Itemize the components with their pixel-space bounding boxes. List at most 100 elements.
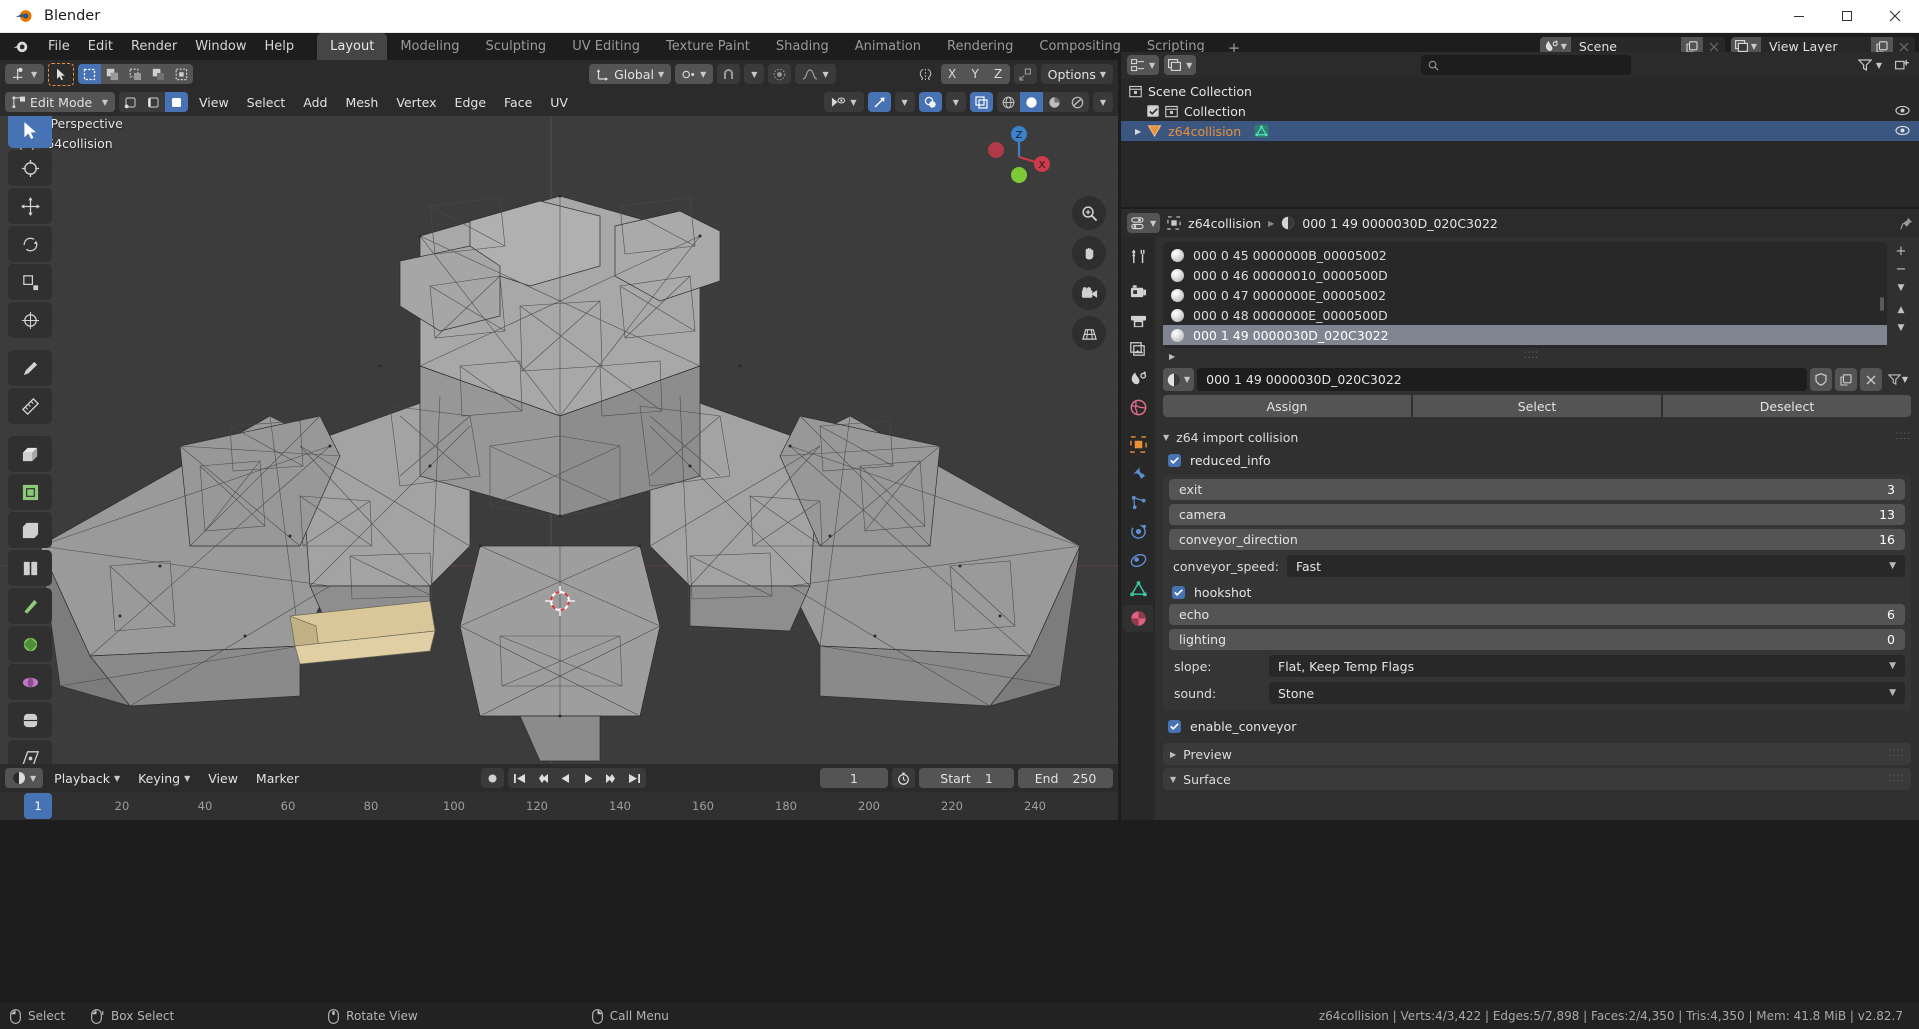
overlays-toggle-button[interactable] [919,92,942,112]
tool-rotate[interactable] [8,226,52,262]
material-filter-button[interactable]: ▼ [1885,368,1911,391]
hookshot-checkbox-row[interactable]: hookshot [1169,580,1905,604]
frame-start-field[interactable]: Start 1 [919,768,1014,788]
transform-orientation-selector[interactable]: Global▼ [589,64,671,84]
tab-compositing[interactable]: Compositing [1026,33,1134,60]
visibility-selector[interactable]: ▼ [824,92,863,112]
mirror-x-toggle-icon[interactable] [914,64,937,84]
tab-output[interactable] [1123,307,1153,334]
panel-collapse-triangle-icon[interactable]: ▼ [1163,433,1169,442]
material-slot-row[interactable]: 000 0 48 0000000E_0000500D [1163,305,1887,325]
wireframe-shading-button[interactable] [997,92,1020,112]
enable-conveyor-checkbox[interactable] [1168,720,1181,733]
menu-file[interactable]: File [39,36,79,57]
tool-scale[interactable] [8,264,52,300]
camera-field[interactable]: camera 13 [1169,504,1905,525]
tab-material[interactable] [1123,605,1153,632]
lighting-field[interactable]: lighting 0 [1169,629,1905,650]
viewport-menu-face[interactable]: Face [497,92,539,112]
menu-window[interactable]: Window [186,36,255,57]
camera-view-button[interactable] [1072,276,1106,310]
rendered-shading-button[interactable] [1066,92,1089,112]
material-browse-button[interactable]: ▼ [1163,368,1194,391]
fake-user-button[interactable] [1810,368,1832,391]
object-visibility-eye-icon[interactable] [1895,124,1910,139]
shading-options-selector[interactable]: ▼ [1093,92,1113,112]
current-frame-field[interactable]: 1 [820,768,888,788]
panel-expand-triangle-icon[interactable]: ▶ [1170,750,1176,759]
material-slot-row[interactable]: 000 0 46 00000010_0000500D [1163,265,1887,285]
material-slot-row-selected[interactable]: 000 1 49 0000030D_020C3022 [1163,325,1887,345]
face-select-mode-button[interactable] [165,92,188,112]
topology-mirror-button[interactable] [1014,64,1037,84]
tab-shading[interactable]: Shading [763,33,842,60]
pan-button[interactable] [1072,236,1106,270]
tool-measure[interactable] [8,388,52,424]
assign-button[interactable]: Assign [1163,395,1411,417]
collection-visibility-eye-icon[interactable] [1895,104,1910,119]
mirror-x-button[interactable]: X [941,64,964,84]
timeline-menu-playback[interactable]: Playback▼ [47,768,127,788]
vertex-select-mode-button[interactable] [119,92,142,112]
timeline-menu-marker[interactable]: Marker [249,768,306,788]
zoom-button[interactable] [1072,196,1106,230]
z64-collision-panel-header[interactable]: ▼ z64 import collision ⁚⁚⁚⁚ [1163,426,1911,448]
window-maximize-button[interactable] [1823,0,1871,33]
pivot-point-selector[interactable]: ▼ [675,64,713,84]
outliner-editor-type[interactable]: ▼ [1127,55,1159,75]
menu-edit[interactable]: Edit [79,36,122,57]
viewport-options-button[interactable]: Options▼ [1041,64,1113,84]
tab-scene[interactable] [1123,365,1153,392]
viewport-menu-edge[interactable]: Edge [448,92,493,112]
preview-panel-header[interactable]: ▶ Preview ⁚⁚⁚⁚ [1163,743,1911,765]
viewport-menu-mesh[interactable]: Mesh [338,92,385,112]
material-specials-menu-button[interactable]: ▼ [1891,279,1911,296]
remove-material-slot-button[interactable]: − [1891,261,1911,278]
timeline-menu-keying[interactable]: Keying▼ [131,768,197,788]
xray-toggle-button[interactable] [970,92,993,112]
tweak-tool-button[interactable] [48,63,74,86]
tool-loopcut[interactable] [8,550,52,586]
select-invert-button[interactable] [147,64,170,84]
pin-icon[interactable] [1900,217,1913,230]
frame-end-field[interactable]: End 250 [1018,768,1113,788]
proportional-edit-button[interactable] [768,64,791,84]
collection-checkbox[interactable] [1147,105,1159,117]
jump-to-end-button[interactable] [623,768,646,788]
gizmo-toggle-button[interactable] [868,92,891,112]
tab-object[interactable] [1123,431,1153,458]
mirror-z-button[interactable]: Z [987,64,1010,84]
material-list-scrollbar[interactable] [1880,297,1884,311]
list-expand-triangle-icon[interactable]: ▶ [1169,352,1176,361]
outliner-display-mode[interactable]: ▼ [1164,55,1196,75]
timeline-playhead[interactable]: 1 [24,793,52,819]
tab-rendering[interactable]: Rendering [934,33,1026,60]
breadcrumb-material-name[interactable]: 000 1 49 0000030D_020C3022 [1302,216,1498,231]
tab-object-data[interactable] [1123,576,1153,603]
enable-conveyor-checkbox-row[interactable]: enable_conveyor [1163,714,1911,738]
tab-uv-editing[interactable]: UV Editing [559,33,653,60]
snapping-magnet-button[interactable] [717,64,740,84]
breadcrumb-object-name[interactable]: z64collision [1188,216,1261,231]
tab-physics[interactable] [1123,518,1153,545]
tab-particles[interactable] [1123,489,1153,516]
viewport-menu-vertex[interactable]: Vertex [389,92,443,112]
move-slot-up-button[interactable]: ▲ [1891,301,1911,318]
tab-sculpting[interactable]: Sculpting [472,33,559,60]
tool-move[interactable] [8,188,52,224]
viewport-menu-add[interactable]: Add [296,92,334,112]
proportional-falloff-selector[interactable]: ▼ [795,64,835,84]
navigation-gizmo[interactable]: Z X [982,120,1056,194]
tab-tool[interactable] [1123,243,1153,270]
tool-smooth[interactable] [8,702,52,738]
play-button[interactable] [577,768,600,788]
tool-poly-build[interactable] [8,626,52,662]
tool-tweak[interactable] [8,116,52,148]
mirror-y-button[interactable]: Y [964,64,987,84]
select-box-button[interactable] [78,64,101,84]
surface-panel-header[interactable]: ▼ Surface ⁚⁚⁚⁚ [1163,768,1911,790]
gizmo-options-selector[interactable]: ▼ [895,92,915,112]
viewport-canvas[interactable]: User Perspective (1) z64collision [0,116,1118,764]
tool-transform[interactable] [8,302,52,338]
conveyor-speed-dropdown[interactable]: Fast ▼ [1287,555,1905,577]
